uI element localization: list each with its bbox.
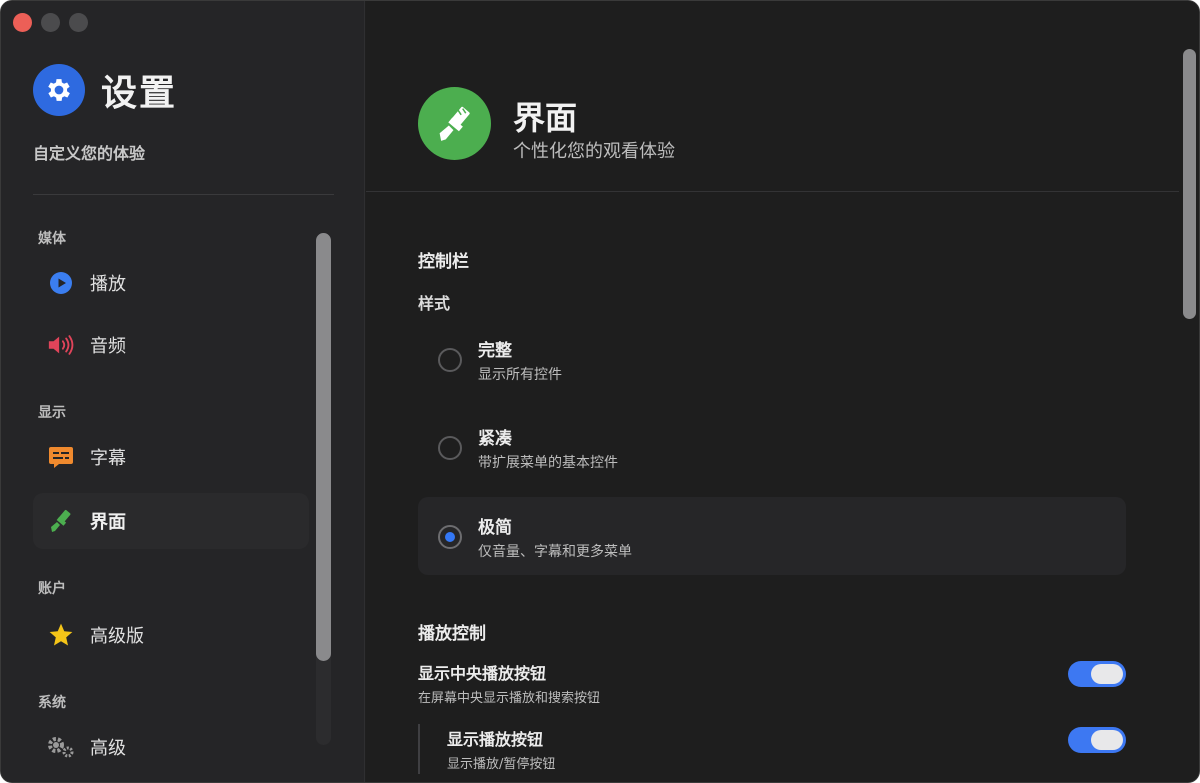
sidebar-item-label: 界面 [90, 512, 126, 533]
style-option-minimal[interactable]: 极简 仅音量、字幕和更多菜单 [418, 497, 1126, 575]
star-icon [47, 621, 75, 649]
sidebar-item-premium[interactable]: 高级版 [33, 607, 309, 663]
sidebar-divider [33, 194, 334, 195]
setting-title: 显示播放按钮 [447, 730, 544, 749]
gears-icon [47, 733, 75, 761]
toggle-knob [1091, 730, 1123, 750]
setting-show-play-button: 显示播放按钮 显示播放/暂停按钮 [447, 726, 1126, 776]
option-title: 紧凑 [478, 429, 512, 449]
sidebar-item-label: 高级版 [90, 626, 144, 647]
window-controls [13, 13, 88, 32]
sidebar-title: 设置 [101, 73, 178, 114]
paintbrush-icon [418, 87, 491, 160]
radio-dot [445, 532, 455, 542]
subtitles-icon [47, 443, 75, 471]
radio-button[interactable] [438, 348, 462, 372]
sidebar-item-advanced[interactable]: 高级 [33, 719, 309, 775]
style-label: 样式 [418, 294, 451, 313]
indent-bar [418, 724, 420, 774]
sidebar-item-label: 音频 [90, 336, 126, 357]
nav-section-system: 系统 [38, 695, 66, 711]
radio-button[interactable] [438, 436, 462, 460]
main-scrollbar-thumb[interactable] [1183, 49, 1196, 319]
sidebar-item-label: 字幕 [90, 448, 126, 469]
main-panel: 界面 个性化您的观看体验 控制栏 样式 完整 显示所有控件 紧凑 带扩展菜单的基… [366, 1, 1199, 782]
sidebar-item-subtitles[interactable]: 字幕 [33, 429, 309, 485]
speaker-icon [47, 331, 75, 359]
section-title-playback-controls: 播放控制 [418, 624, 486, 644]
sidebar-item-label: 高级 [90, 738, 126, 759]
sidebar-item-playback[interactable]: 播放 [33, 255, 309, 311]
gear-icon [33, 64, 85, 116]
toggle-knob [1091, 664, 1123, 684]
sidebar-scrollbar-thumb[interactable] [316, 233, 331, 661]
nav-section-media: 媒体 [38, 231, 66, 247]
sidebar: 设置 自定义您的体验 媒体 播放 音频 显示 字幕 界面 账户 高级版 系统 高… [1, 1, 365, 782]
page-title: 界面 [513, 99, 578, 137]
section-title-control-bar: 控制栏 [418, 252, 469, 272]
show-play-button-toggle[interactable] [1068, 727, 1126, 753]
option-description: 仅音量、字幕和更多菜单 [478, 544, 632, 560]
sidebar-item-audio[interactable]: 音频 [33, 317, 309, 373]
setting-description: 显示播放/暂停按钮 [447, 757, 556, 772]
style-option-compact[interactable]: 紧凑 带扩展菜单的基本控件 [418, 408, 1126, 486]
maximize-window-button[interactable] [69, 13, 88, 32]
nav-section-account: 账户 [38, 581, 66, 597]
sidebar-header: 设置 [33, 64, 177, 116]
setting-show-center-play: 显示中央播放按钮 在屏幕中央显示播放和搜索按钮 [418, 660, 1126, 710]
page-subtitle: 个性化您的观看体验 [513, 141, 675, 162]
sidebar-item-label: 播放 [90, 274, 126, 295]
paintbrush-icon [47, 507, 75, 535]
minimize-window-button[interactable] [41, 13, 60, 32]
settings-window: 设置 自定义您的体验 媒体 播放 音频 显示 字幕 界面 账户 高级版 系统 高… [0, 0, 1200, 783]
setting-description: 在屏幕中央显示播放和搜索按钮 [418, 691, 601, 706]
play-circle-icon [47, 269, 75, 297]
show-center-play-toggle[interactable] [1068, 661, 1126, 687]
nav-section-display: 显示 [38, 405, 66, 421]
option-description: 显示所有控件 [478, 367, 562, 383]
setting-title: 显示中央播放按钮 [418, 664, 547, 683]
sidebar-nav: 媒体 播放 音频 显示 字幕 界面 账户 高级版 系统 高级 [33, 215, 309, 782]
style-option-full[interactable]: 完整 显示所有控件 [418, 320, 1126, 398]
sidebar-subtitle: 自定义您的体验 [33, 144, 146, 163]
close-window-button[interactable] [13, 13, 32, 32]
sidebar-item-interface[interactable]: 界面 [33, 493, 309, 549]
option-title: 极简 [478, 518, 512, 538]
option-title: 完整 [478, 341, 512, 361]
header-divider [366, 191, 1179, 192]
radio-button-selected[interactable] [438, 525, 462, 549]
option-description: 带扩展菜单的基本控件 [478, 455, 618, 471]
